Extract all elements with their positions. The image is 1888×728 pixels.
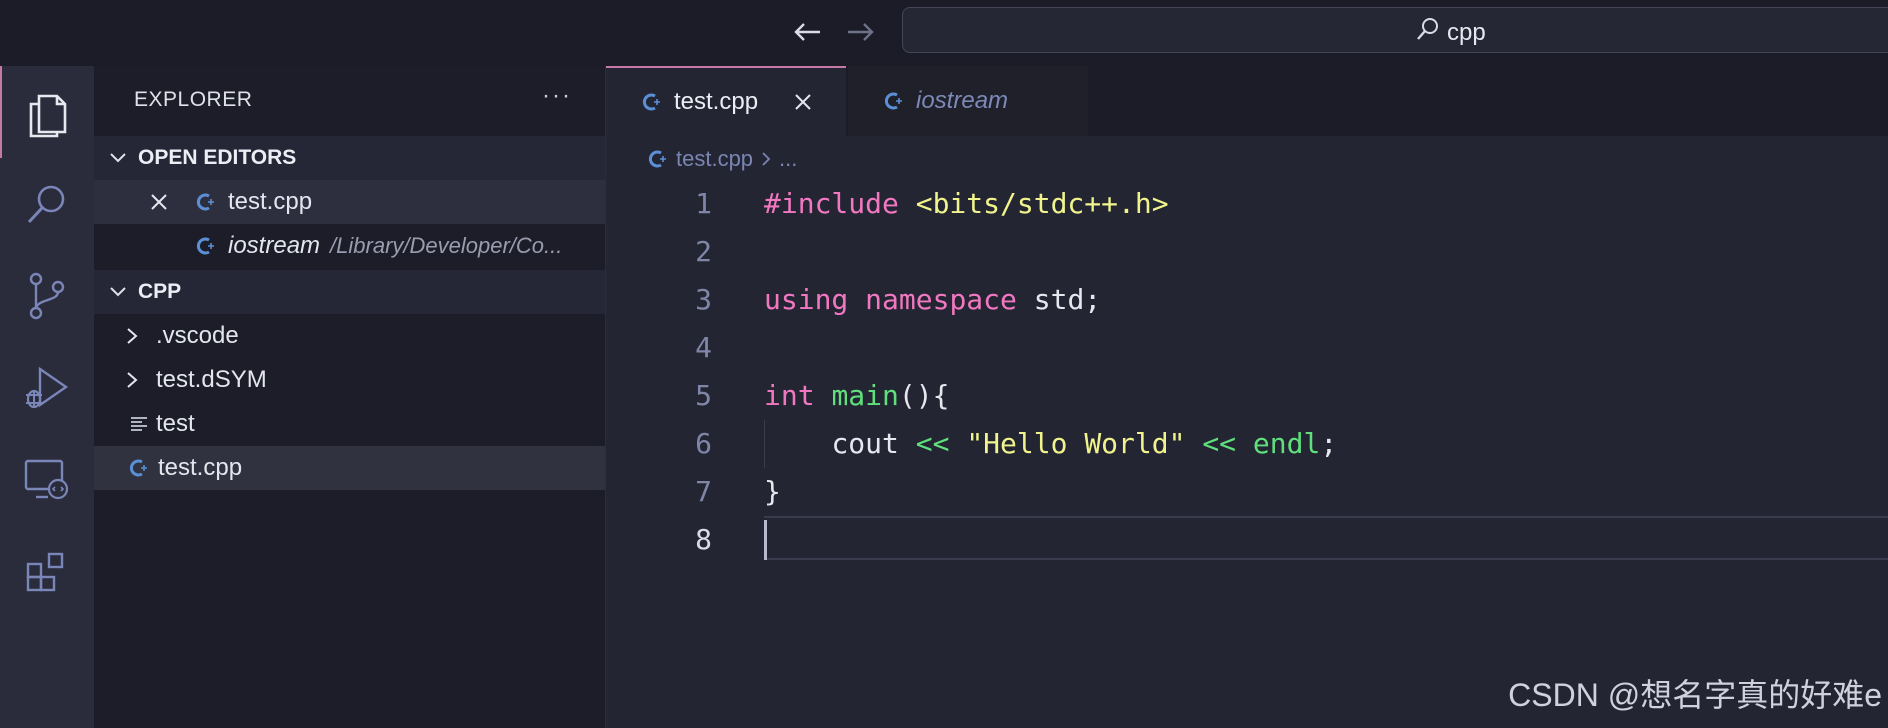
- tab-label: iostream: [916, 87, 1009, 114]
- line-number: 1: [695, 187, 712, 220]
- tab-label: test.cpp: [674, 88, 759, 115]
- open-editor-item-iostream[interactable]: iostream /Library/Developer/Co...: [94, 224, 605, 268]
- breadcrumb: test.cpp ...: [646, 146, 797, 172]
- open-editors-label: OPEN EDITORS: [138, 146, 297, 169]
- chevron-right-icon: [761, 151, 771, 167]
- line-number: 2: [695, 235, 712, 268]
- cpp-file-icon: [878, 90, 908, 112]
- forward-arrow-icon[interactable]: [842, 14, 878, 50]
- tree-item-vscode[interactable]: .vscode: [94, 314, 605, 358]
- code-line: 1 #include <bits/stdc++.h>: [606, 180, 1888, 228]
- title-bar: cpp: [0, 0, 1888, 66]
- code-line: 7 }: [606, 468, 1888, 516]
- line-number: 4: [695, 331, 712, 364]
- code-line: 5 int main(){: [606, 372, 1888, 420]
- open-editor-item-test-cpp[interactable]: test.cpp: [94, 180, 605, 224]
- close-icon[interactable]: [144, 193, 174, 211]
- chevron-right-icon: [126, 327, 142, 345]
- code-line: 4: [606, 324, 1888, 372]
- explorer-sidebar: EXPLORER ··· OPEN EDITORS test.cpp iostr…: [94, 66, 606, 728]
- chevron-down-icon: [98, 286, 138, 298]
- explorer-header: EXPLORER ···: [94, 66, 605, 136]
- cpp-file-icon: [190, 235, 220, 257]
- code-text: cout << "Hello World" << endl;: [831, 427, 1338, 460]
- open-editor-name: test.cpp: [228, 188, 313, 215]
- tab-test-cpp[interactable]: test.cpp: [606, 66, 846, 136]
- tab-iostream[interactable]: iostream: [848, 66, 1088, 136]
- line-number: 5: [695, 379, 712, 412]
- activity-bar: [0, 66, 94, 728]
- text-cursor: [764, 520, 767, 560]
- open-editors-section[interactable]: OPEN EDITORS: [94, 136, 605, 180]
- search-icon[interactable]: [0, 158, 94, 250]
- code-text: #include <bits/stdc++.h>: [764, 187, 1169, 220]
- code-line: 3 using namespace std;: [606, 276, 1888, 324]
- breadcrumb-file[interactable]: test.cpp: [676, 146, 753, 172]
- line-number: 6: [695, 427, 712, 460]
- explorer-title: EXPLORER: [134, 88, 253, 111]
- open-editor-name: iostream: [228, 232, 321, 259]
- tree-item-test-dsym[interactable]: test.dSYM: [94, 358, 605, 402]
- chevron-right-icon: [126, 371, 142, 389]
- tree-item-test[interactable]: test: [94, 402, 605, 446]
- text-file-icon: [130, 415, 150, 433]
- tab-bar: test.cpp iostream: [606, 66, 1888, 136]
- watermark: CSDN @想名字真的好难e: [1508, 677, 1882, 713]
- back-arrow-icon[interactable]: [790, 14, 826, 50]
- cpp-file-icon: [646, 148, 668, 170]
- cpp-file-icon: [190, 191, 220, 213]
- line-number: 7: [695, 475, 712, 508]
- code-line-current: 8: [606, 516, 1888, 564]
- run-debug-icon[interactable]: [0, 342, 94, 434]
- code-text: int main(){: [764, 379, 950, 412]
- tree-item-label: test: [156, 410, 195, 437]
- code-text: using namespace std;: [764, 283, 1102, 316]
- current-line-highlight: [764, 516, 1888, 560]
- cpp-file-icon: [636, 91, 666, 113]
- search-icon: [1415, 16, 1441, 49]
- chevron-down-icon: [98, 152, 138, 164]
- tree-item-label: test.dSYM: [156, 366, 267, 393]
- close-icon[interactable]: [794, 93, 812, 111]
- editor-area: test.cpp iostream test.cpp ... 1 #includ…: [606, 66, 1888, 728]
- code-line: 2: [606, 228, 1888, 276]
- tree-item-test-cpp[interactable]: test.cpp: [94, 446, 605, 490]
- source-control-icon[interactable]: [0, 250, 94, 342]
- more-actions-button[interactable]: ···: [542, 82, 572, 110]
- line-number: 3: [695, 283, 712, 316]
- line-number: 8: [695, 523, 712, 556]
- search-query: cpp: [1447, 18, 1486, 46]
- cpp-file-icon: [126, 457, 150, 479]
- tree-item-label: .vscode: [156, 322, 239, 349]
- remote-explorer-icon[interactable]: [0, 434, 94, 526]
- explorer-icon[interactable]: [0, 66, 94, 158]
- extensions-icon[interactable]: [0, 526, 94, 618]
- cpp-folder-section[interactable]: CPP: [94, 270, 605, 314]
- command-center-search[interactable]: cpp: [902, 7, 1888, 53]
- folder-label: CPP: [138, 280, 182, 303]
- open-editor-path: /Library/Developer/Co...: [330, 233, 563, 258]
- breadcrumb-rest[interactable]: ...: [779, 146, 797, 172]
- tree-item-label: test.cpp: [158, 454, 243, 481]
- code-line: 6 cout << "Hello World" << endl;: [606, 420, 1888, 468]
- code-text: }: [764, 475, 781, 508]
